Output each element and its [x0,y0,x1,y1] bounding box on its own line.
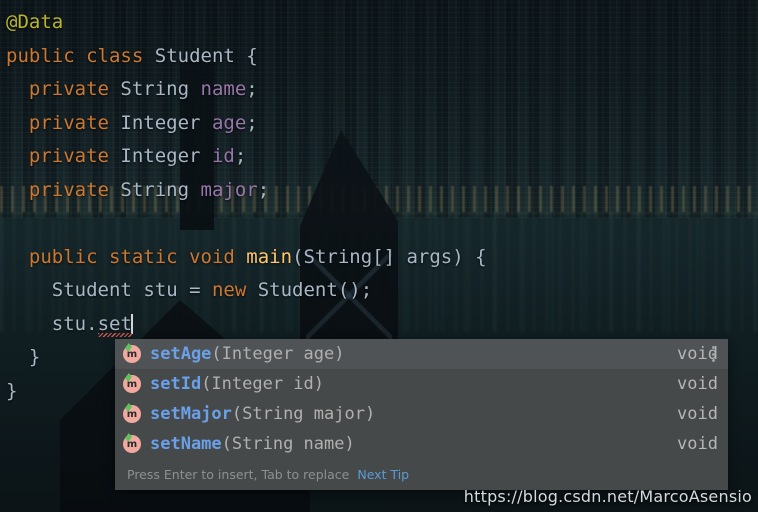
kebab-dot [711,359,715,362]
code-token: ; [234,145,247,167]
line-stu-set[interactable]: stu.set [52,308,133,342]
completion-item-return-type: void [677,434,718,454]
code-token: Integer [120,111,201,134]
code-token: Student [257,279,338,301]
code-token: void [189,245,235,268]
code-token: main [246,245,293,268]
completion-item-label: setName(String name) [150,434,355,454]
method-icon: m [123,403,141,423]
code-token: } [6,379,18,402]
code-token: static [108,245,178,268]
completion-item-setAge[interactable]: m setAge(Integer age) void [115,339,728,369]
completion-item-label: setAge(Integer age) [150,344,344,364]
line-close-class[interactable]: } [6,375,17,409]
code-token-error: set [97,312,132,335]
code-token: private [28,145,109,167]
line-field-age[interactable]: private Integer age; [29,107,258,141]
code-token: (); [337,279,373,301]
code-token: ; [246,78,258,100]
completion-hint-text: Press Enter to insert, Tab to replace [127,467,350,482]
completion-item-return-type: void [677,404,718,424]
completion-item-name: setAge [150,344,212,364]
next-tip-link[interactable]: Next Tip [357,467,409,482]
kebab-dot [711,346,715,349]
code-token: stu = [131,279,212,301]
code-token: class [86,44,144,67]
completion-item-label: setId(Integer id) [150,374,324,394]
kebab-menu-icon[interactable] [706,344,720,364]
code-token: String [120,178,190,201]
line-field-id[interactable]: private Integer id; [29,140,246,174]
code-token: id [211,145,235,167]
code-token: public [28,245,98,268]
code-token: stu. [51,312,98,335]
code-completion-popup[interactable]: m setAge(Integer age) void m setId(Integer i… [115,339,728,490]
completion-item-name: setId [150,374,202,394]
code-token: private [28,111,109,134]
code-token: Student [51,279,132,301]
method-icon: m [123,343,141,363]
completion-item-signature: (Integer id) [201,374,325,394]
code-token: ; [246,111,258,134]
code-token: Student [154,44,235,67]
completion-item-name: setMajor [150,404,232,424]
line-close-method[interactable]: } [29,341,40,375]
line-new-student[interactable]: Student stu = new Student(); [52,274,372,308]
completion-hint-bar: Press Enter to insert, Tab to replace Ne… [115,459,728,490]
code-token: (String[] args) { [292,245,487,268]
code-token: private [28,78,109,100]
code-token: public [6,44,75,67]
code-token: name [200,78,247,100]
completion-item-list[interactable]: m setAge(Integer age) void m setId(Integer i… [115,339,728,459]
line-field-name[interactable]: private String name; [29,73,258,107]
code-token: Integer [120,145,201,167]
code-token: ; [257,178,270,201]
completion-item-signature: (Integer age) [211,344,345,364]
code-token: private [28,178,109,201]
method-icon: m [123,373,141,393]
code-token: String [120,78,190,100]
line-field-major[interactable]: private String major; [29,174,269,208]
code-token: new [211,279,247,301]
editor-window: @Data public class Student {private Strin… [0,0,758,512]
code-token: @Data [6,11,64,33]
line-class-decl[interactable]: public class Student { [6,40,258,74]
method-icon: m [123,433,141,453]
completion-item-signature: (String name) [221,434,355,454]
code-token: { [234,44,258,67]
line-main-decl[interactable]: public static void main(String[] args) { [29,241,487,275]
code-token: } [28,346,41,368]
completion-item-return-type: void [677,374,718,394]
code-token: age [211,111,247,134]
completion-item-name: setName [150,434,222,454]
completion-item-signature: (String major) [231,404,376,424]
completion-item-label: setMajor(String major) [150,404,375,424]
watermark-url: https://blog.csdn.net/MarcoAsensio [463,487,752,506]
code-token: major [200,178,258,201]
completion-item-setMajor[interactable]: m setMajor(String major) void [115,399,728,429]
completion-item-setName[interactable]: m setName(String name) void [115,429,728,459]
line-annotation[interactable]: @Data [6,6,63,40]
completion-item-setId[interactable]: m setId(Integer id) void [115,369,728,399]
kebab-dot [711,352,715,356]
